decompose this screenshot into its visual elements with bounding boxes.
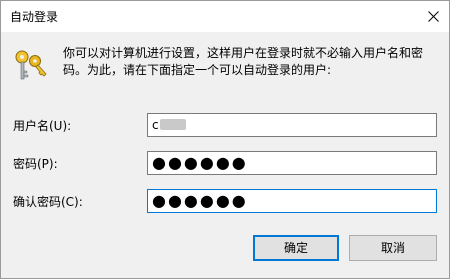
close-icon <box>427 11 439 22</box>
instruction-text: 你可以对计算机进行设置，这样用户在登录时就不必输入用户名和密 码。为此，请在下面… <box>63 45 433 79</box>
username-label: 用户名(U): <box>13 119 72 133</box>
cancel-button[interactable]: 取消 <box>349 235 437 261</box>
username-field[interactable]: c <box>147 113 437 137</box>
password-label: 密码(P): <box>13 157 58 171</box>
auto-login-dialog: 自动登录 你可以对计算机进行设置，这样用户在登录时就不必输入用户名和密 码。为此… <box>0 0 450 279</box>
redacted-text <box>159 119 186 130</box>
keys-icon <box>15 50 47 80</box>
confirm-password-field[interactable]: ●●●●●● <box>147 189 437 213</box>
title-bar: 自动登录 <box>1 1 449 32</box>
password-field[interactable]: ●●●●●● <box>147 151 437 175</box>
confirm-password-label: 确认密码(C): <box>13 195 83 209</box>
window-title: 自动登录 <box>10 10 59 24</box>
instruction-line-1: 你可以对计算机进行设置，这样用户在登录时就不必输入用户名和密 <box>63 46 424 60</box>
ok-button[interactable]: 确定 <box>253 235 339 261</box>
close-button[interactable] <box>417 1 449 32</box>
instruction-line-2: 码。为此，请在下面指定一个可以自动登录的用户: <box>63 63 332 77</box>
username-value: c <box>152 118 159 132</box>
